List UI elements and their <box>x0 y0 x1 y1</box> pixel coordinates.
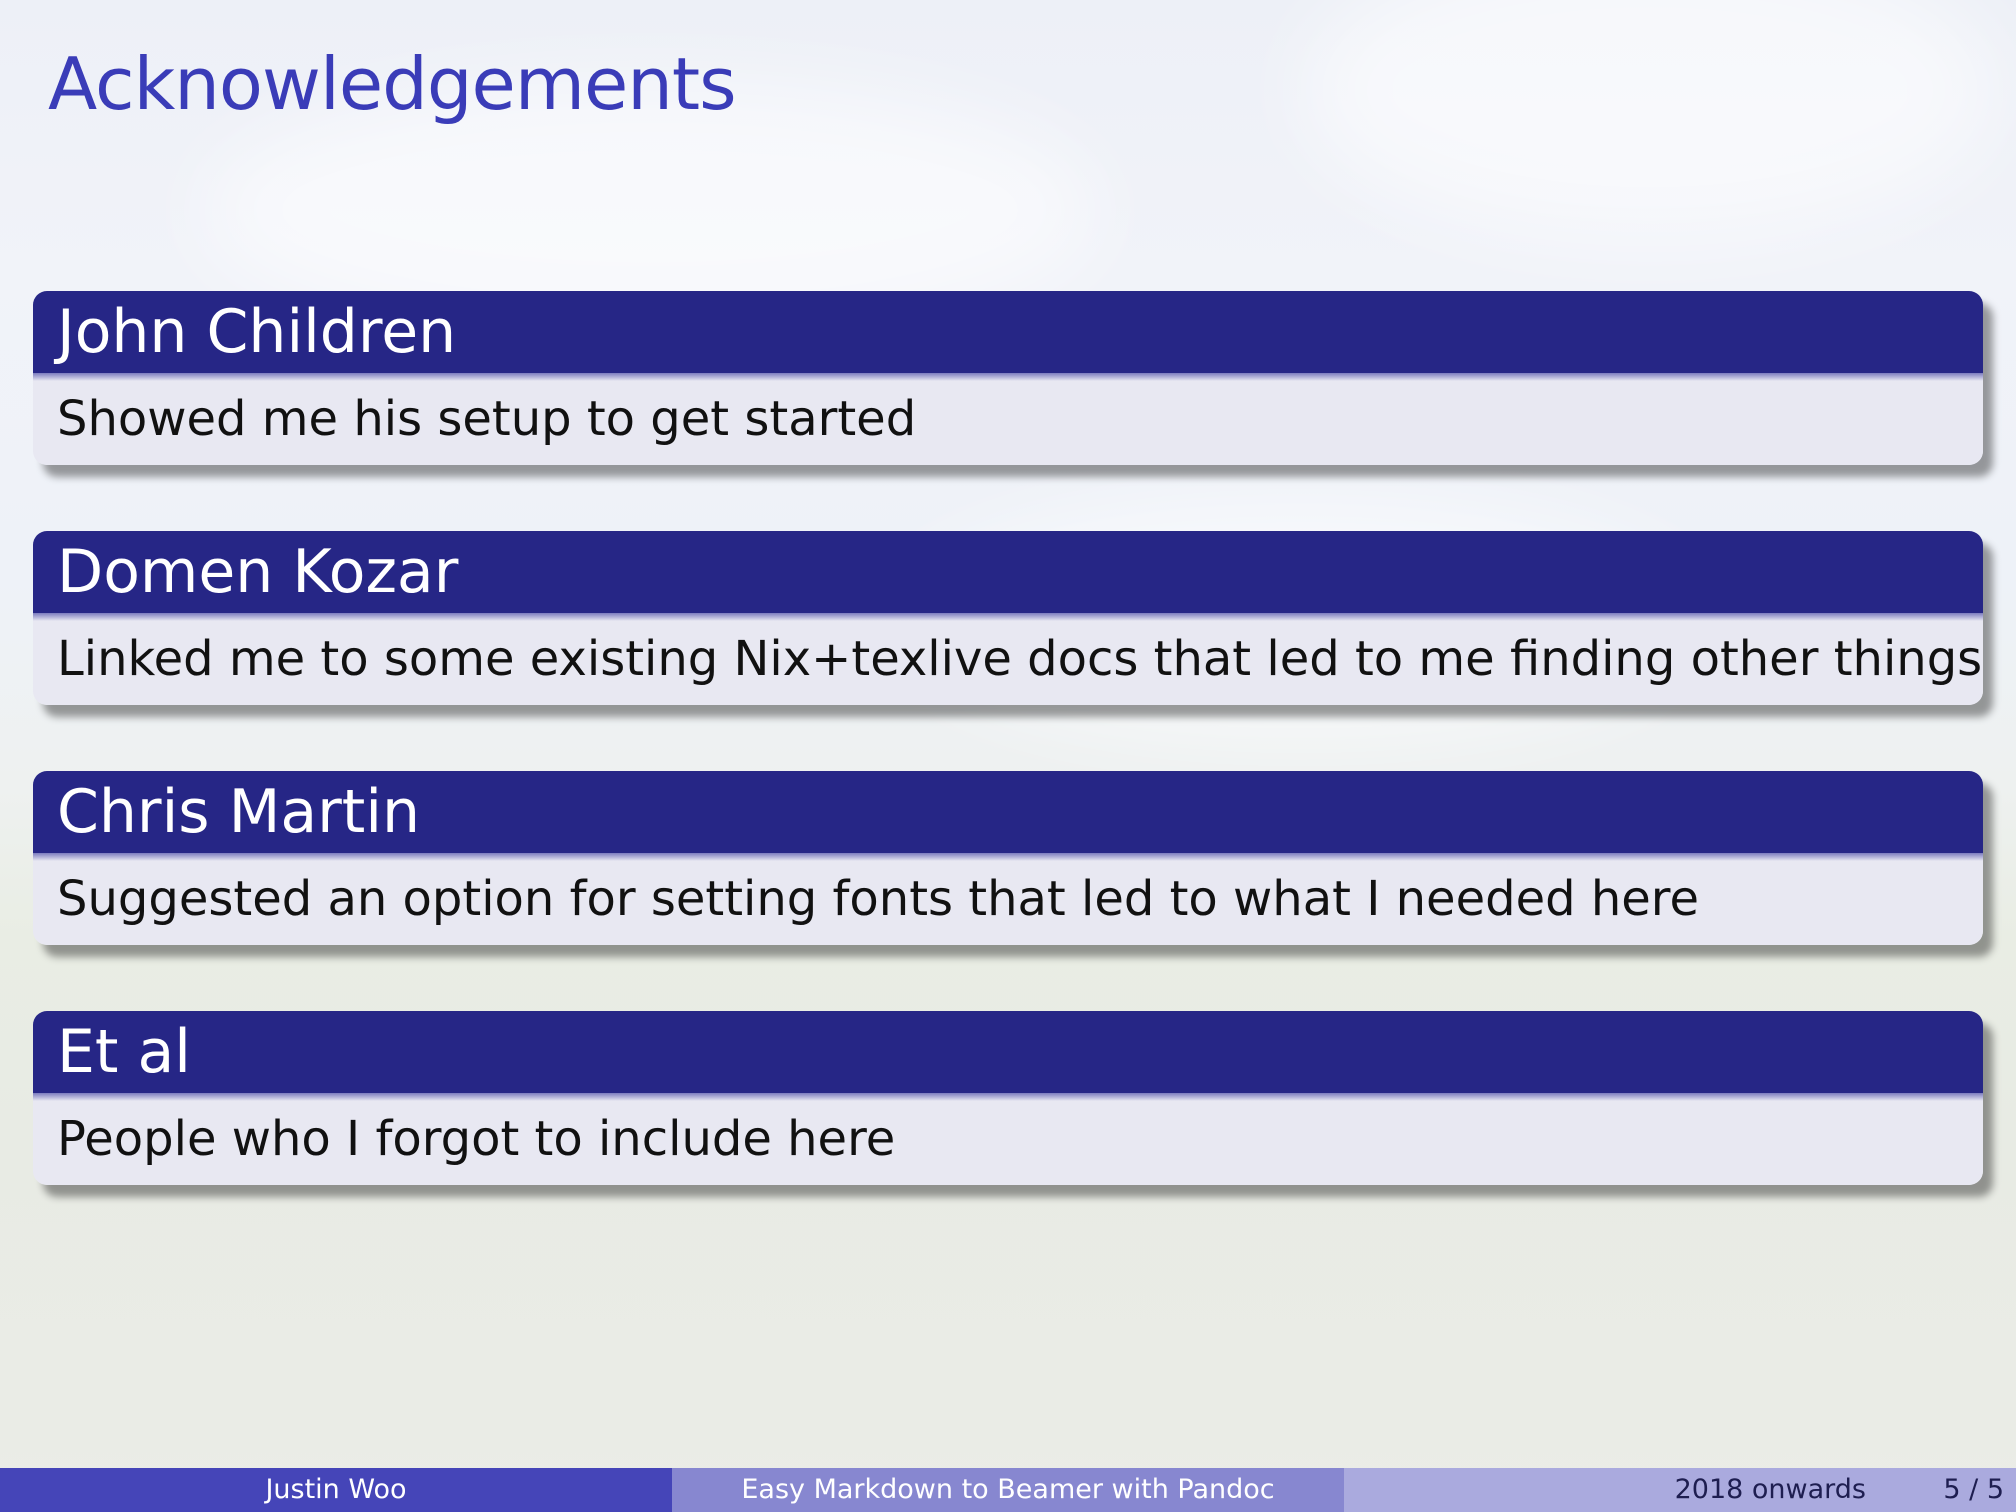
block-john-children: John Children Showed me his setup to get… <box>33 291 1983 465</box>
footer-author: Justin Woo <box>0 1468 672 1512</box>
block-body: Suggested an option for setting fonts th… <box>33 853 1983 945</box>
acknowledgement-blocks: John Children Showed me his setup to get… <box>33 291 1983 1251</box>
block-et-al: Et al People who I forgot to include her… <box>33 1011 1983 1185</box>
block-body: Showed me his setup to get started <box>33 373 1983 465</box>
footline: Justin Woo Easy Markdown to Beamer with … <box>0 1468 2016 1512</box>
block-title: Domen Kozar <box>33 531 1983 621</box>
block-body: Linked me to some existing Nix+texlive d… <box>33 613 1983 705</box>
footer-date: 2018 onwards <box>1674 1474 1866 1505</box>
block-title: Et al <box>33 1011 1983 1101</box>
footer-date-page: 2018 onwards 5 / 5 <box>1344 1468 2016 1512</box>
block-title: John Children <box>33 291 1983 381</box>
block-body: People who I forgot to include here <box>33 1093 1983 1185</box>
footer-title: Easy Markdown to Beamer with Pandoc <box>672 1468 1344 1512</box>
block-chris-martin: Chris Martin Suggested an option for set… <box>33 771 1983 945</box>
background-cloud <box>1300 0 2000 240</box>
footer-page-number: 5 / 5 <box>1943 1474 2004 1505</box>
block-title: Chris Martin <box>33 771 1983 861</box>
block-domen-kozar: Domen Kozar Linked me to some existing N… <box>33 531 1983 705</box>
frame-title: Acknowledgements <box>48 42 737 126</box>
